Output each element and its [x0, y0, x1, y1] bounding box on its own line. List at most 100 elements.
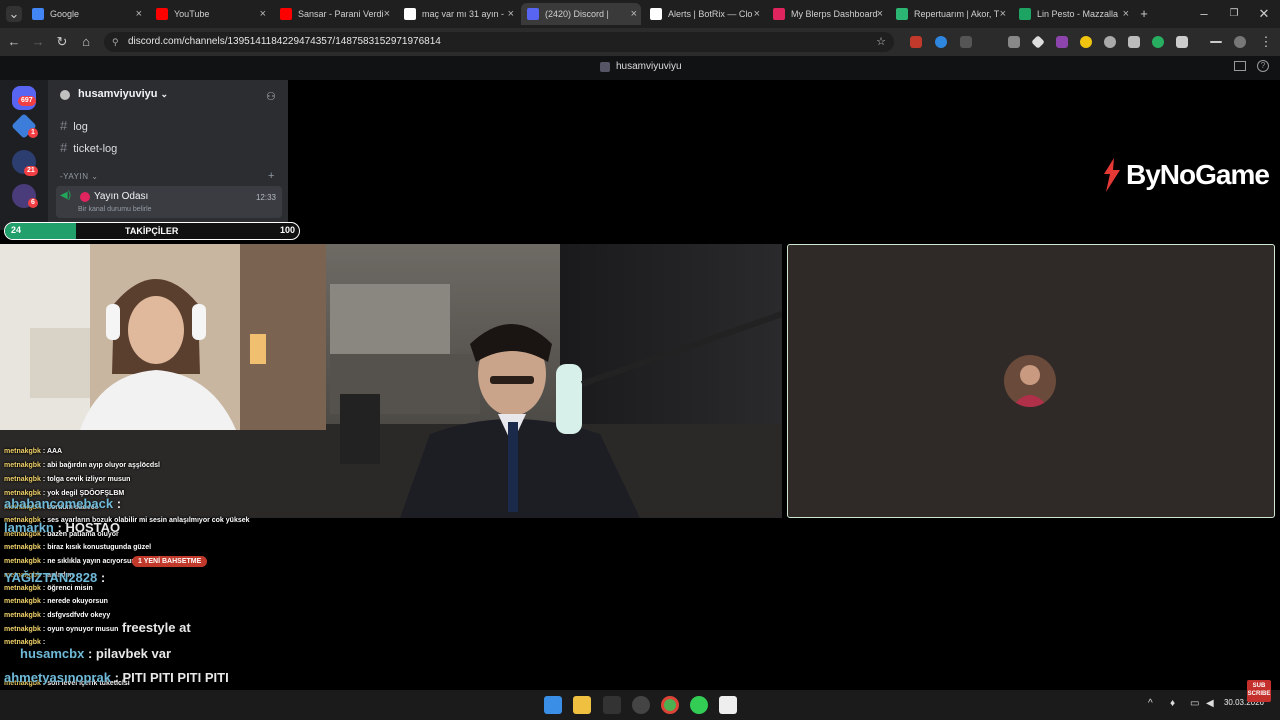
- tab-close-icon[interactable]: ×: [877, 8, 883, 20]
- volume-icon[interactable]: ◀: [1206, 698, 1214, 709]
- chat-username[interactable]: metnakgbk: [4, 462, 41, 469]
- browser-tab[interactable]: My Blerps Dashboard ×: [767, 3, 887, 25]
- extension-icon[interactable]: [1104, 36, 1116, 48]
- reload-icon[interactable]: ↻: [54, 34, 70, 50]
- chat-username[interactable]: metnakgbk: [4, 558, 41, 565]
- guest-webcam: [0, 244, 326, 430]
- chat-message: metnakgbk : AAA: [4, 448, 62, 455]
- tab-close-icon[interactable]: ×: [754, 8, 760, 20]
- url-input[interactable]: ⚲ discord.com/channels/13951411842294743…: [104, 32, 894, 52]
- new-tab-button[interactable]: +: [1136, 6, 1152, 22]
- chat-username[interactable]: metnakgbk: [4, 626, 41, 633]
- forward-icon[interactable]: →: [30, 34, 46, 50]
- invite-people-icon[interactable]: ⚇: [266, 90, 276, 103]
- extension-icon[interactable]: [1128, 36, 1140, 48]
- chat-username[interactable]: metnakgbk: [4, 639, 41, 646]
- extension-icon[interactable]: [1152, 36, 1164, 48]
- network-icon[interactable]: ▭: [1190, 698, 1199, 709]
- tab-close-icon[interactable]: ×: [1000, 8, 1006, 20]
- windows-taskbar: ^ ♦ ▭ ◀ 30.03.2026: [0, 690, 1280, 720]
- chat-username[interactable]: YAĞIZTAN2828: [4, 570, 97, 585]
- tab-close-icon[interactable]: ×: [1123, 8, 1129, 20]
- category-yayin[interactable]: -YAYIN ⌄: [60, 172, 98, 181]
- channel-ticket-log[interactable]: # ticket-log: [60, 140, 117, 155]
- help-icon[interactable]: ?: [1257, 60, 1269, 72]
- mention-badge[interactable]: 1 YENİ BAHSETME: [132, 556, 208, 567]
- voice-participant-tile[interactable]: [787, 244, 1275, 518]
- tray-chevron-up-icon[interactable]: ^: [1148, 698, 1153, 709]
- chat-username[interactable]: metnakgbk: [4, 585, 41, 592]
- tab-close-icon[interactable]: ×: [508, 8, 514, 20]
- capcut-icon[interactable]: [719, 696, 737, 714]
- extension-icon[interactable]: [935, 36, 947, 48]
- back-icon[interactable]: ←: [6, 34, 22, 50]
- add-channel-icon[interactable]: +: [268, 170, 274, 182]
- browser-menu-icon[interactable]: ⋮: [1258, 34, 1274, 50]
- tab-close-icon[interactable]: ×: [384, 8, 390, 20]
- site-info-icon[interactable]: ⚲: [112, 32, 119, 52]
- participant-avatar[interactable]: [1004, 355, 1056, 407]
- close-window-button[interactable]: ✕: [1256, 6, 1272, 22]
- tab-close-icon[interactable]: ×: [631, 8, 637, 20]
- channel-log[interactable]: # log: [60, 118, 88, 133]
- minimize-button[interactable]: –: [1196, 6, 1212, 22]
- voice-channel-timer: 12:33: [255, 193, 276, 202]
- tab-close-icon[interactable]: ×: [136, 8, 142, 20]
- browser-tab[interactable]: Repertuarım | Akor, T ×: [890, 3, 1010, 25]
- extension-icon[interactable]: [960, 36, 972, 48]
- extensions-puzzle-icon[interactable]: [1176, 36, 1188, 48]
- chat-username[interactable]: metnakgbk: [4, 476, 41, 483]
- tab-label: Alerts | BotRix — Clo: [668, 9, 753, 19]
- chat-username[interactable]: ahmetyasınoprak: [4, 670, 111, 685]
- browser-tab[interactable]: maç var mı 31 ayın - ×: [398, 3, 518, 25]
- extension-icon[interactable]: [1008, 36, 1020, 48]
- browser-tab[interactable]: Lin Pesto - Mazzalla ×: [1013, 3, 1133, 25]
- chat-username[interactable]: ababancomeback: [4, 496, 113, 511]
- taskbar-app-icon[interactable]: [690, 696, 708, 714]
- maximize-button[interactable]: ❐: [1226, 6, 1242, 22]
- profile-avatar[interactable]: [1234, 36, 1246, 48]
- microphone-icon[interactable]: ♦: [1170, 698, 1175, 709]
- file-explorer-icon[interactable]: [573, 696, 591, 714]
- browser-tab[interactable]: (2420) Discord | ×: [521, 3, 641, 25]
- windows-start-icon[interactable]: [544, 696, 562, 714]
- extension-icon[interactable]: [1080, 36, 1092, 48]
- voice-channel-yayin-odasi[interactable]: ◀) Yayın Odası 12:33 Bir kanal durumu be…: [56, 186, 282, 218]
- stream-window-title-row: husamviyuviyu ?: [0, 56, 1280, 80]
- tab-search-button[interactable]: ⌄: [6, 6, 22, 22]
- chat-text: : biraz kısık konustugunda güzel: [42, 544, 152, 551]
- chat-text: : AAA: [42, 448, 63, 455]
- adblock-extension-icon[interactable]: [910, 36, 922, 48]
- taskbar-app-icon[interactable]: [603, 696, 621, 714]
- voice-channel-status[interactable]: Bir kanal durumu belirle: [78, 206, 152, 213]
- extension-icon[interactable]: [1031, 35, 1045, 49]
- chat-username[interactable]: husamcbx: [20, 646, 84, 661]
- browser-tab[interactable]: YouTube ×: [150, 3, 270, 25]
- chat-text: : öğrenci misin: [42, 585, 93, 592]
- subscribe-button-overlay[interactable]: SUB SCRIBE: [1247, 680, 1271, 702]
- chat-username[interactable]: metnakgbk: [4, 544, 41, 551]
- home-icon[interactable]: ⌂: [78, 34, 94, 50]
- tab-label: Sansar - Parani Verdi: [298, 9, 384, 19]
- chat-username[interactable]: lamarkn: [4, 520, 54, 535]
- tab-favicon-icon: [156, 8, 168, 20]
- server-name-header[interactable]: husamviyuviyu ⌄: [78, 88, 168, 100]
- browser-tab[interactable]: Google ×: [26, 3, 146, 25]
- chat-username[interactable]: metnakgbk: [4, 612, 41, 619]
- tab-favicon-icon: [527, 8, 539, 20]
- server-name: husamviyuviyu: [78, 88, 158, 100]
- popout-icon[interactable]: [1234, 61, 1246, 71]
- obs-icon[interactable]: [632, 696, 650, 714]
- tab-favicon-icon: [32, 8, 44, 20]
- url-text: discord.com/channels/1395141184229474357…: [128, 36, 441, 47]
- chat-username[interactable]: metnakgbk: [4, 448, 41, 455]
- chat-username[interactable]: metnakgbk: [4, 598, 41, 605]
- tab-close-icon[interactable]: ×: [260, 8, 266, 20]
- browser-tab[interactable]: Sansar - Parani Verdi ×: [274, 3, 394, 25]
- channel-name: log: [73, 121, 88, 133]
- chrome-icon[interactable]: [661, 696, 679, 714]
- bookmark-star-icon[interactable]: ☆: [876, 32, 886, 52]
- reading-list-icon[interactable]: [1210, 41, 1222, 43]
- browser-tab[interactable]: Alerts | BotRix — Clo ×: [644, 3, 764, 25]
- extension-icon[interactable]: [1056, 36, 1068, 48]
